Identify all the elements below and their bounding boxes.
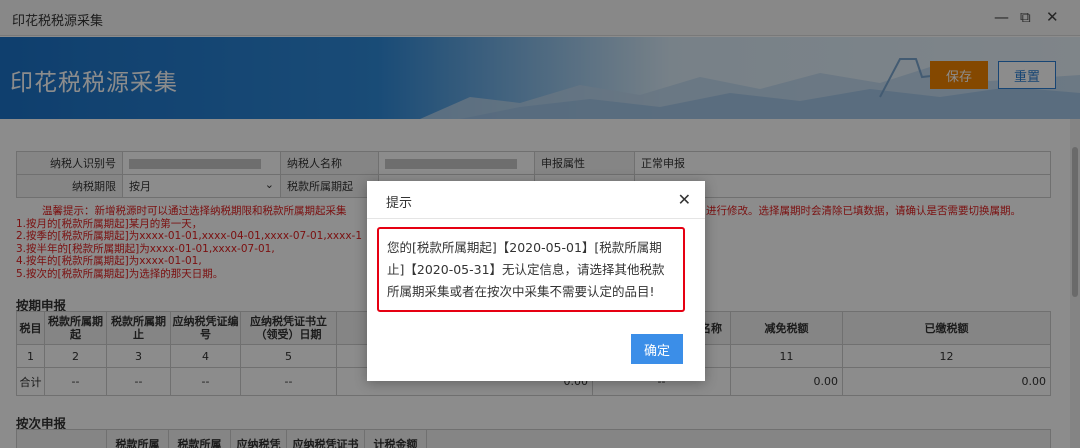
- dialog-header: 提示 ✕: [367, 181, 705, 219]
- dialog-message: 您的[税款所属期起]【2020-05-01】[税款所属期止]【2020-05-3…: [377, 227, 685, 312]
- confirm-button[interactable]: 确定: [631, 334, 683, 364]
- alert-dialog: 提示 ✕ 您的[税款所属期起]【2020-05-01】[税款所属期止]【2020…: [367, 181, 705, 381]
- close-icon[interactable]: ✕: [678, 190, 691, 209]
- dialog-title: 提示: [386, 196, 413, 211]
